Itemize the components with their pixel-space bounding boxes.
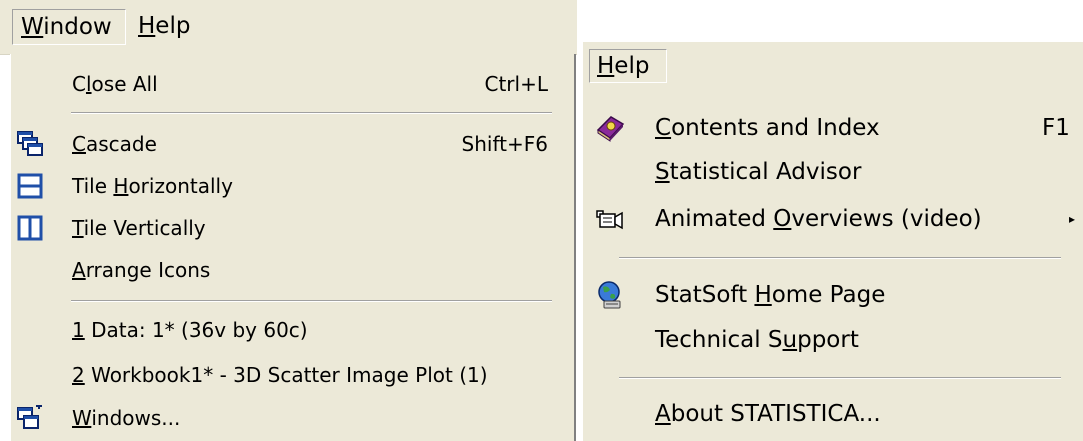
menu-item-tile-horizontally[interactable]: Tile Horizontally — [11, 166, 574, 206]
menu-item-technical-support[interactable]: Technical Support — [583, 318, 1083, 362]
menu-item-label: Windows... — [72, 406, 181, 430]
menu-item-contents-and-index[interactable]: Contents and Index F1 — [583, 106, 1083, 150]
tile-vertical-icon — [17, 215, 43, 241]
menu-separator — [71, 112, 552, 114]
menu-item-label: Contents and Index — [655, 115, 880, 141]
menu-help[interactable]: Help — [589, 49, 667, 83]
menu-item-tile-vertically[interactable]: Tile Vertically — [11, 208, 574, 248]
menu-separator — [619, 257, 1061, 259]
menu-item-recent-1[interactable]: 1 Data: 1* (36v by 60c) — [11, 310, 574, 350]
menu-item-label: Technical Support — [655, 327, 859, 353]
menu-item-label: About STATISTICA... — [655, 401, 881, 427]
menu-item-label: Close All — [72, 72, 158, 96]
menu-item-close-all[interactable]: Close All Ctrl+L — [11, 64, 574, 104]
menu-item-label: Tile Vertically — [72, 216, 206, 240]
windows-list-icon — [17, 405, 42, 429]
menu-separator — [71, 300, 552, 302]
menu-window[interactable]: Window — [12, 9, 126, 45]
shortcut-label: F1 — [1042, 115, 1070, 141]
menu-bar: Help — [583, 42, 1083, 90]
menu-item-label: Arrange Icons — [72, 258, 211, 282]
help-book-icon — [596, 116, 625, 142]
menu-item-label: StatSoft Home Page — [655, 282, 886, 308]
menu-separator — [619, 377, 1061, 379]
menu-item-recent-2[interactable]: 2 Workbook1* - 3D Scatter Image Plot (1) — [11, 355, 574, 395]
menu-bar: Window Help — [0, 0, 577, 55]
globe-icon — [598, 281, 621, 309]
menu-item-statsoft-home-page[interactable]: StatSoft Home Page — [583, 273, 1083, 317]
tile-horizontal-icon — [17, 173, 43, 199]
menu-item-label: Cascade — [72, 132, 157, 156]
menu-item-label: 2 Workbook1* - 3D Scatter Image Plot (1) — [72, 363, 488, 387]
menu-item-statistical-advisor[interactable]: Statistical Advisor — [583, 150, 1083, 194]
cascade-icon — [17, 131, 43, 156]
shortcut-label: Shift+F6 — [461, 132, 548, 156]
menu-item-animated-overviews[interactable]: Animated Overviews (video) ▸ — [583, 197, 1083, 241]
help-menu-dropdown: Contents and Index F1 Statistical Adviso… — [583, 90, 1083, 441]
menu-help[interactable]: Help — [130, 9, 198, 45]
menu-item-label: Statistical Advisor — [655, 159, 862, 185]
menu-item-cascade[interactable]: Cascade Shift+F6 — [11, 124, 574, 164]
menu-item-arrange-icons[interactable]: Arrange Icons — [11, 250, 574, 290]
menu-item-about-statistica[interactable]: About STATISTICA... — [583, 392, 1083, 436]
window-menu-dropdown: Close All Ctrl+L Cascade Shift+F6 Tile H… — [10, 54, 576, 441]
menu-item-label: 1 Data: 1* (36v by 60c) — [72, 318, 308, 342]
menu-item-windows[interactable]: Windows... — [11, 398, 574, 438]
shortcut-label: Ctrl+L — [484, 72, 549, 96]
submenu-arrow-icon: ▸ — [1069, 212, 1076, 226]
video-camera-icon — [596, 210, 623, 230]
help-menu-panel: Help Contents and Index F1 Statistical A… — [583, 42, 1083, 441]
menu-item-label: Animated Overviews (video) — [655, 206, 982, 232]
menu-item-label: Tile Horizontally — [72, 174, 233, 198]
